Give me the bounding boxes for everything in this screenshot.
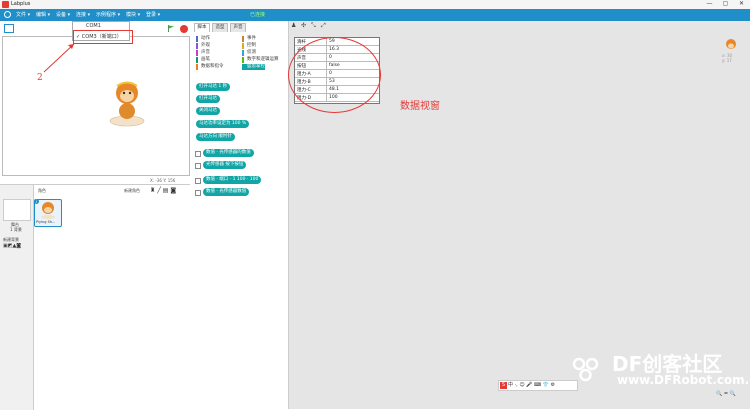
sprite-card[interactable]: i Piying Sh...	[34, 199, 62, 227]
script-toolbar: ♟ ✣ ⤡ ⤢	[289, 21, 369, 30]
category-item[interactable]: 外观	[196, 43, 210, 49]
watermark-url: www.DFRobot.com.cn	[617, 373, 750, 387]
code-block[interactable]: 打开马达 1 秒	[196, 83, 231, 91]
new-sprite-label: 新建角色	[124, 188, 140, 193]
menu-device[interactable]: 设备 ▾	[56, 11, 70, 18]
backdrop-tools-icon[interactable]: ▣◩▲◙	[3, 243, 21, 249]
ime-icons[interactable]: 中 ·, ☺ 🎤 ⌨ 👕 ⚙	[508, 382, 555, 388]
port-option-com1[interactable]: COM1	[86, 23, 101, 29]
green-flag-icon[interactable]	[168, 25, 174, 32]
menu-file[interactable]: 文件 ▾	[16, 11, 30, 18]
title-bar: Labplus — ▢ ✕	[0, 0, 750, 9]
expand-icon[interactable]: ✣	[301, 22, 306, 29]
tab-sounds[interactable]: 声音	[230, 23, 246, 32]
menu-bar: 文件 ▾ 编辑 ▾ 设备 ▾ 连接 ▾ 示例程序 ▾ 模块 ▾ 登录 ▾ 已连接	[0, 9, 750, 21]
highlight-ellipse	[288, 37, 381, 113]
tab-costumes[interactable]: 造型	[212, 23, 228, 32]
block-checkbox[interactable]	[195, 151, 201, 157]
block-checkbox[interactable]	[195, 190, 201, 196]
category-item[interactable]: 画笔	[196, 57, 210, 63]
stage[interactable]	[2, 36, 190, 176]
category-item[interactable]: 声音	[196, 50, 210, 56]
close-button[interactable]: ✕	[734, 0, 749, 9]
category-item[interactable]: 数字和逻辑运算	[242, 57, 279, 63]
fullscreen-icon[interactable]	[4, 24, 14, 33]
ime-toolbar: S中 ·, ☺ 🎤 ⌨ 👕 ⚙	[498, 380, 578, 391]
info-icon[interactable]: i	[34, 199, 39, 204]
person-icon[interactable]: ♟	[291, 22, 296, 29]
new-sprite-tools-icon[interactable]: ♜ ╱ ▤ ◙	[150, 187, 176, 194]
sprite-name: Piying Sh...	[36, 220, 56, 224]
monkey-sprite[interactable]	[109, 77, 145, 127]
sogou-icon[interactable]: S	[500, 382, 507, 389]
stage-coordinates: X: -36 Y: 156	[150, 178, 176, 183]
stop-icon[interactable]	[180, 25, 188, 33]
sprite-pane: 舞台 1 背景 新建背景 ▣◩▲◙ 角色 新建角色 ♜ ╱ ▤ ◙ i Piyi…	[0, 184, 190, 410]
category-item[interactable]: 控制	[242, 43, 256, 49]
annotation-arrow	[43, 43, 75, 73]
category-item[interactable]: 盛思掌控	[242, 64, 265, 70]
category-item[interactable]: 侦测	[242, 50, 256, 56]
blocks-palette: 脚本 造型 声音 动作 外观 声音 画笔 数据和指令 事件 控制 侦测 数字和逻辑运算 盛思掌控 …	[192, 21, 289, 409]
tab-scripts[interactable]: 脚本	[194, 23, 210, 32]
annotation-label-2: 2	[37, 73, 43, 83]
code-block[interactable]: 数值 · 光传感器数值	[203, 188, 250, 196]
highlight-box	[73, 30, 133, 44]
sprite-position: x: 30 y: 17	[722, 53, 733, 63]
code-block[interactable]: 打开马达	[196, 95, 220, 103]
block-checkbox[interactable]	[195, 163, 201, 169]
data-key: 滑杆	[297, 40, 306, 45]
stage-backdrop-count: 1 背景	[10, 227, 22, 232]
data-window-label: 数据视窗	[400, 101, 440, 112]
minimize-button[interactable]: —	[702, 0, 717, 9]
menu-examples[interactable]: 示例程序 ▾	[96, 11, 120, 18]
app-logo-icon	[2, 1, 9, 8]
resize-icon[interactable]: ⤢	[321, 22, 326, 30]
stage-column: 舞台 1 背景 新建背景 ▣◩▲◙	[0, 185, 34, 410]
shrink-icon[interactable]: ⤡	[311, 22, 316, 30]
menu-modules[interactable]: 模块 ▾	[126, 11, 140, 18]
category-item[interactable]: 数据和指令	[196, 64, 224, 70]
code-block[interactable]: 关闭马达	[196, 107, 220, 115]
globe-icon[interactable]	[4, 11, 11, 18]
sprite-corner-icon	[726, 39, 736, 49]
sprites-header: 角色	[38, 188, 46, 193]
code-block[interactable]: 马达功率设定为 100 %	[196, 120, 250, 128]
window-title: Labplus	[11, 1, 31, 7]
zoom-controls[interactable]: 🔍 = 🔍	[716, 391, 736, 397]
monkey-thumb-icon	[41, 202, 55, 219]
code-block[interactable]: 数值 · 端口 · 1 100 · 100	[203, 176, 262, 184]
connection-status: 已连接	[250, 12, 266, 18]
menu-connect[interactable]: 连接 ▾	[76, 11, 90, 18]
code-block[interactable]: 数值 · 光传感器的数值	[203, 149, 254, 157]
menu-edit[interactable]: 编辑 ▾	[36, 11, 50, 18]
menu-login[interactable]: 登录 ▾	[146, 11, 160, 18]
stage-thumbnail[interactable]	[3, 199, 31, 221]
code-block[interactable]: 马达方向 顺时针	[196, 133, 235, 141]
category-item[interactable]: 事件	[242, 36, 256, 42]
block-checkbox[interactable]	[195, 178, 201, 184]
maximize-button[interactable]: ▢	[718, 0, 733, 9]
category-item[interactable]: 动作	[196, 36, 210, 42]
code-block[interactable]: 光传感器 按下按钮	[203, 161, 247, 169]
